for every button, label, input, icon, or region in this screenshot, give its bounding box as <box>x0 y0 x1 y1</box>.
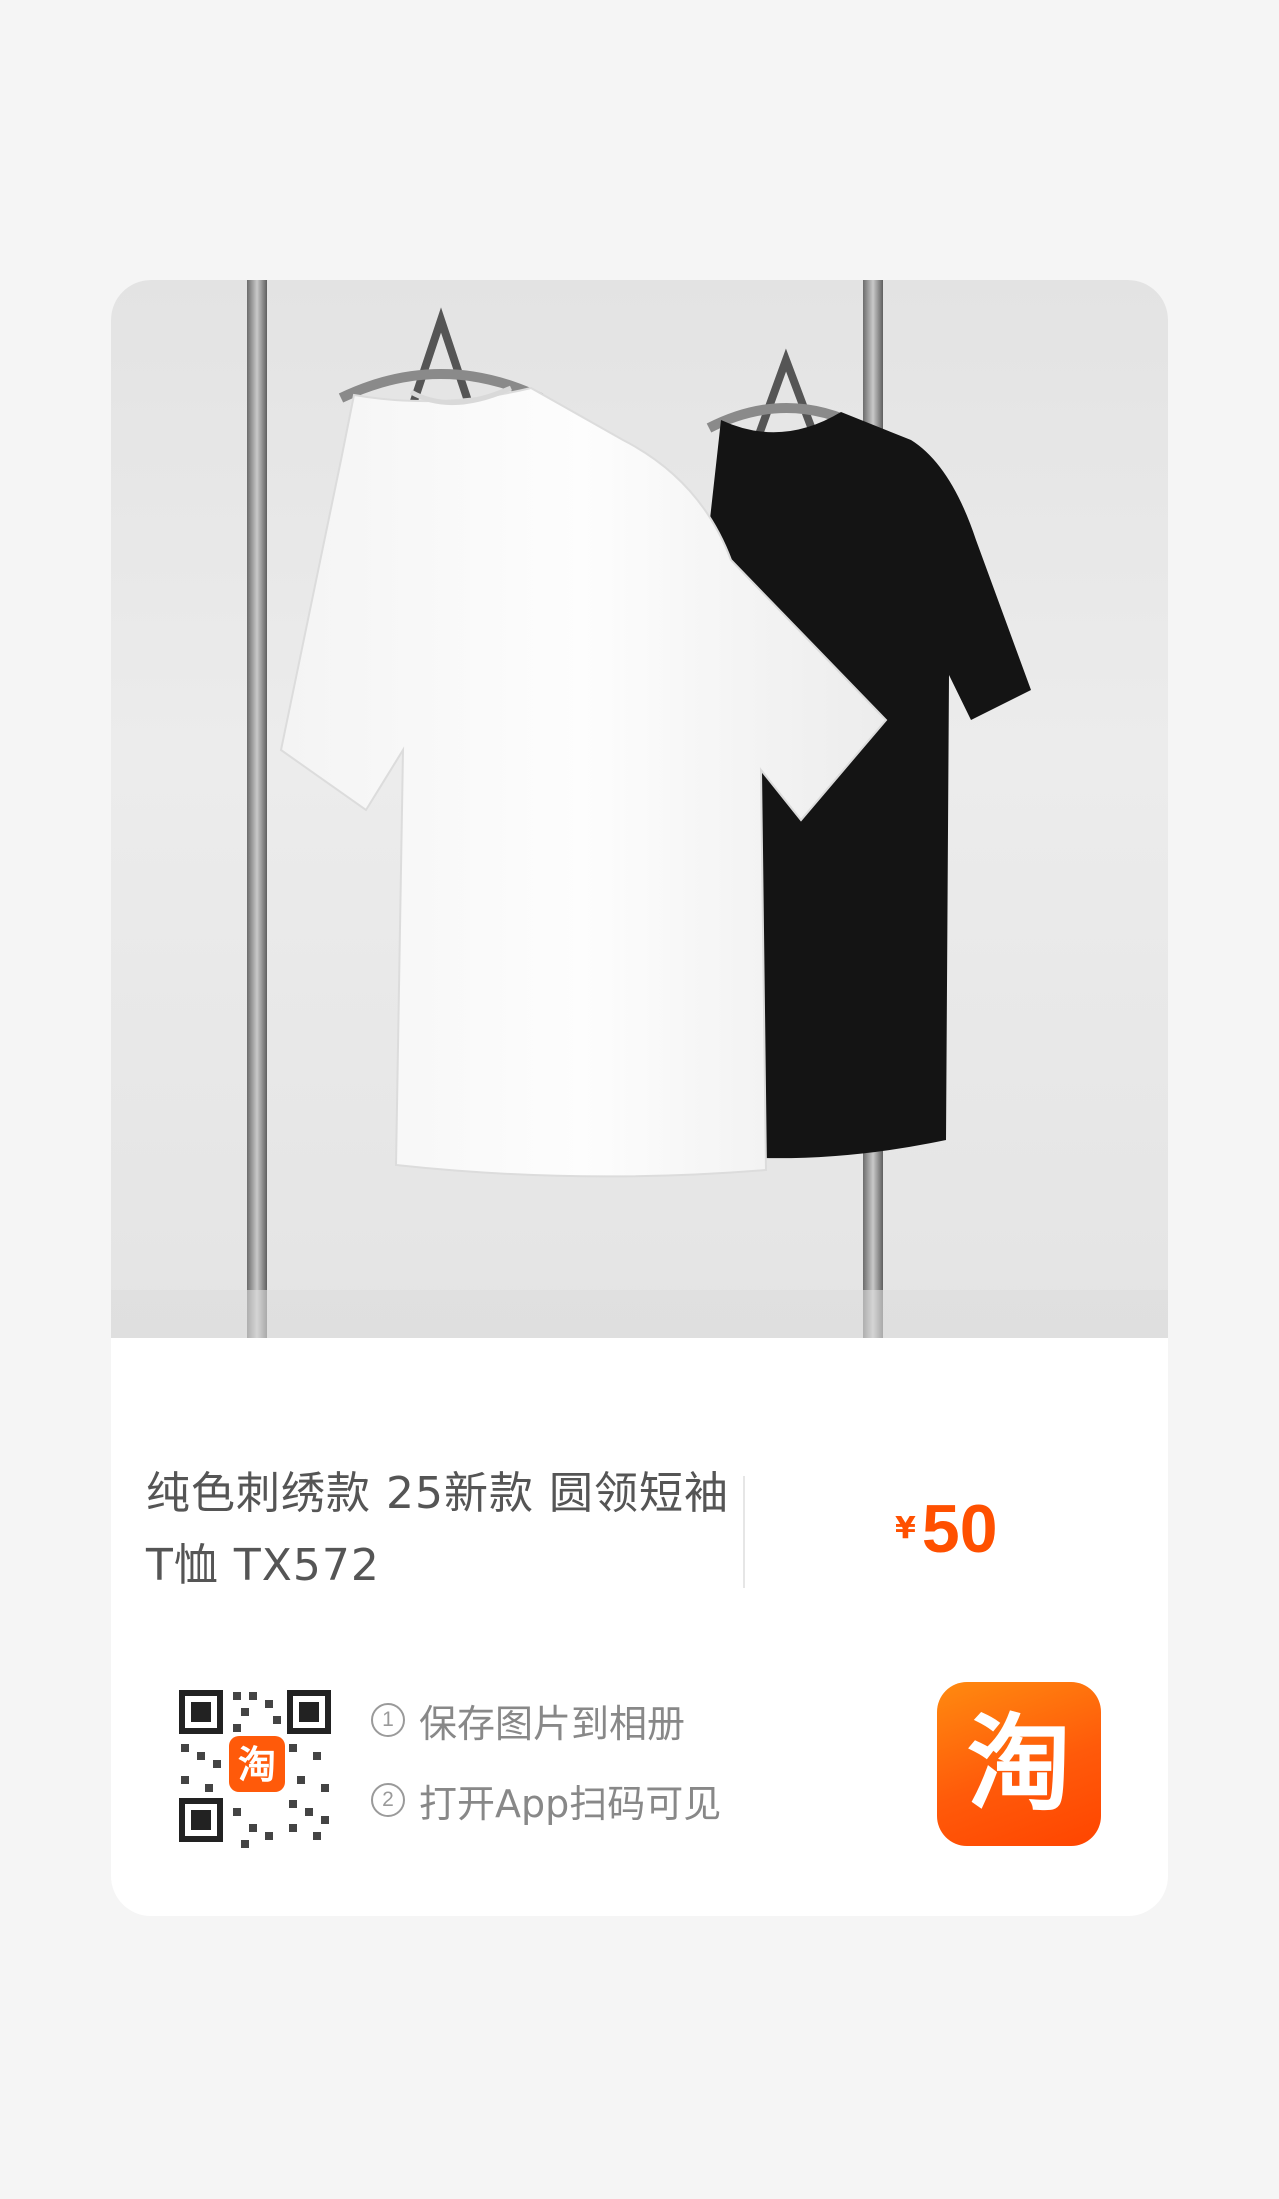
step-number: 2 <box>371 1783 405 1817</box>
product-photo-svg <box>111 280 1168 1338</box>
price-value: 50 <box>921 1491 998 1567</box>
qr-code-svg: 淘 <box>169 1680 341 1852</box>
currency-symbol: ¥ <box>895 1511 916 1546</box>
taobao-app-icon[interactable]: 淘 <box>937 1682 1101 1846</box>
step-text: 打开App扫码可见 <box>419 1781 722 1826</box>
share-steps: 1 保存图片到相册 2 打开App扫码可见 <box>371 1692 721 1852</box>
price: ¥50 <box>895 1490 998 1568</box>
app-logo-text: 淘 <box>966 1703 1071 1825</box>
product-title[interactable]: 纯色刺绣款 25新款 圆领短袖T恤 TX572 <box>146 1458 736 1602</box>
step-text: 保存图片到相册 <box>419 1701 686 1746</box>
rack-pole-left <box>247 280 267 1338</box>
step-number: 1 <box>371 1703 405 1737</box>
product-photo[interactable] <box>111 280 1168 1338</box>
qr-center-text: 淘 <box>238 1743 276 1787</box>
divider <box>743 1476 745 1588</box>
step-open-app: 2 打开App扫码可见 <box>371 1772 721 1828</box>
step-save-image: 1 保存图片到相册 <box>371 1692 721 1748</box>
share-card: 纯色刺绣款 25新款 圆领短袖T恤 TX572 ¥50 淘 1 保存图片到相册 … <box>111 280 1168 1916</box>
qr-code-icon[interactable]: 淘 <box>169 1680 341 1852</box>
